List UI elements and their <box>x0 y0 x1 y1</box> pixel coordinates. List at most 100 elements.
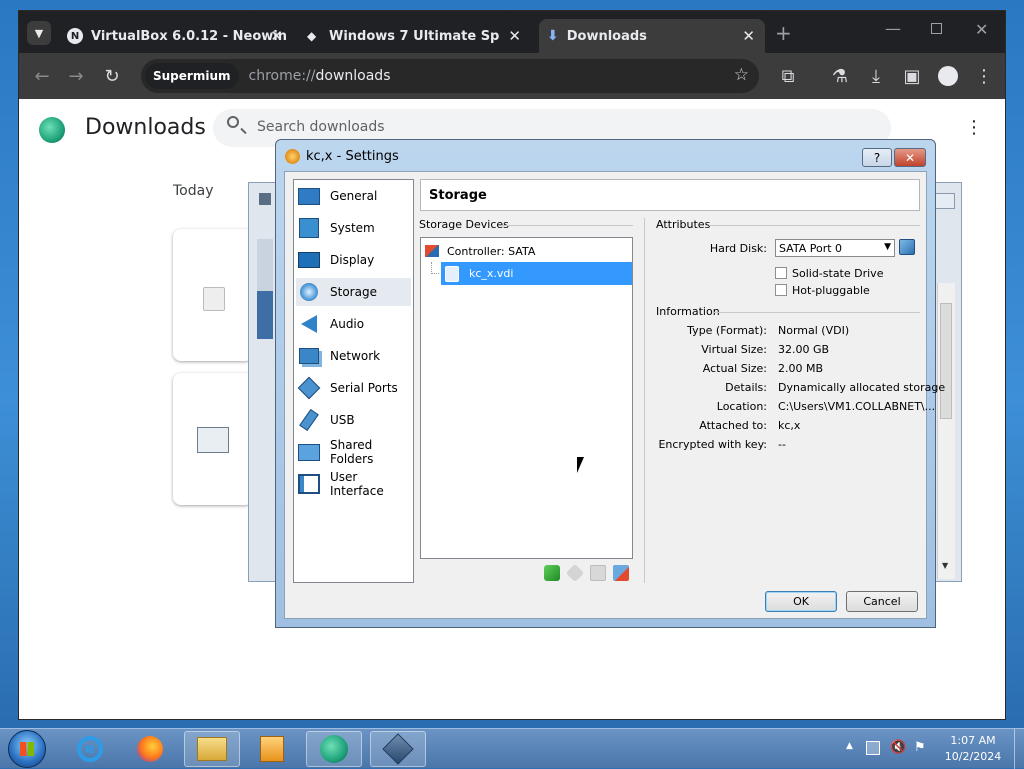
virtualbox-icon[interactable] <box>370 731 426 767</box>
panel-title: Storage <box>420 179 920 211</box>
close-tab-icon[interactable]: ✕ <box>508 27 521 45</box>
hot-pluggable-checkbox[interactable] <box>775 284 787 296</box>
close-tab-icon[interactable]: ✕ <box>270 27 283 45</box>
profile-avatar-icon[interactable] <box>935 63 961 89</box>
hot-pluggable-label: Hot-pluggable <box>792 284 870 297</box>
solid-state-label: Solid-state Drive <box>792 267 884 280</box>
help-button[interactable]: ? <box>862 148 892 167</box>
labs-flask-icon[interactable]: ⚗ <box>827 63 853 89</box>
category-shared-folders[interactable]: Shared Folders <box>296 438 411 466</box>
manager-scrollbar[interactable]: ▼ <box>937 283 955 579</box>
category-network[interactable]: Network <box>296 342 411 370</box>
remove-controller-icon[interactable] <box>565 563 585 583</box>
tab-downloads[interactable]: ⬇ Downloads ✕ <box>539 19 765 53</box>
category-usb[interactable]: USB <box>296 406 411 434</box>
downloads-toolbar-icon[interactable]: ⤓ <box>863 63 889 89</box>
info-value: C:\Users\VM1.COLLABNET\... <box>778 400 936 413</box>
tab-virtualbox-neowin[interactable]: N VirtualBox 6.0.12 - Neowin ✕ <box>61 19 293 53</box>
internet-explorer-icon[interactable]: e <box>62 731 118 767</box>
url-path: downloads <box>315 68 391 84</box>
media-player-icon[interactable] <box>244 731 300 767</box>
action-center-flag-icon[interactable]: ⚑ <box>914 740 926 755</box>
firefox-icon[interactable] <box>122 731 178 767</box>
clock[interactable]: 1:07 AM 10/2/2024 <box>938 733 1008 765</box>
scrollbar-thumb[interactable] <box>940 303 952 419</box>
tab-windows7-speed[interactable]: ◆ Windows 7 Ultimate Speed Ma ✕ <box>299 19 531 53</box>
forward-arrow-icon[interactable]: → <box>63 63 89 89</box>
category-label: Audio <box>330 317 365 331</box>
side-panel-icon[interactable]: ▣ <box>899 63 925 89</box>
taskbar: e ▲ 🔇 ⚑ 1:07 AM 10/2/2024 <box>0 728 1024 769</box>
ok-button[interactable]: OK <box>765 591 837 612</box>
section-today: Today <box>173 183 214 199</box>
manager-close-icon[interactable] <box>935 193 955 209</box>
download-site-icon: ◆ <box>307 29 317 43</box>
supermium-browser-icon[interactable] <box>306 731 362 767</box>
close-window-icon[interactable]: ✕ <box>975 20 988 39</box>
maximize-icon[interactable] <box>931 23 942 34</box>
profile-chip[interactable]: Supermium <box>145 63 239 89</box>
file-explorer-icon[interactable] <box>184 731 240 767</box>
address-bar[interactable]: Supermium chrome://downloads ☆ <box>141 59 759 93</box>
menu-kebab-icon[interactable]: ⋮ <box>971 63 997 89</box>
show-desktop-button[interactable] <box>1014 729 1024 769</box>
category-label: Display <box>330 253 375 267</box>
choose-disk-icon[interactable] <box>899 239 915 255</box>
category-storage[interactable]: Storage <box>296 278 411 306</box>
solid-state-checkbox[interactable] <box>775 267 787 279</box>
volume-muted-icon[interactable]: 🔇 <box>890 740 906 755</box>
scroll-down-icon[interactable]: ▼ <box>942 561 948 570</box>
info-value: 2.00 MB <box>778 362 824 375</box>
info-label: Encrypted with key: <box>658 438 767 451</box>
tab-search-button[interactable]: ▼ <box>27 21 51 45</box>
more-actions-icon[interactable]: ⋮ <box>965 117 983 138</box>
back-arrow-icon[interactable]: ← <box>29 63 55 89</box>
info-value: kc,x <box>778 419 801 432</box>
information-label: Information <box>656 305 720 318</box>
bookmark-star-icon[interactable]: ☆ <box>734 65 749 85</box>
hard-disk-select[interactable]: SATA Port 0 ▼ <box>775 239 895 257</box>
reload-icon[interactable]: ↻ <box>99 63 125 89</box>
attributes-label: Attributes <box>656 218 711 231</box>
hard-disk-label: Hard Disk: <box>709 242 767 255</box>
divider <box>714 312 920 313</box>
info-label: Details: <box>725 381 767 394</box>
settings-category-list: General System Display Storage Audio Net… <box>293 179 414 583</box>
category-serial-ports[interactable]: Serial Ports <box>296 374 411 402</box>
category-label: System <box>330 221 375 235</box>
download-card[interactable] <box>173 229 253 361</box>
controller-row[interactable]: Controller: SATA <box>425 242 535 260</box>
category-label: Serial Ports <box>330 381 398 395</box>
divider <box>709 225 920 226</box>
storage-tree[interactable]: Controller: SATA kc_x.vdi <box>420 237 633 559</box>
cancel-button[interactable]: Cancel <box>846 591 918 612</box>
download-card[interactable] <box>173 373 253 505</box>
start-button[interactable] <box>8 730 46 768</box>
windows-logo-icon <box>20 742 34 756</box>
extensions-icon[interactable]: ⧉ <box>775 63 801 89</box>
category-label: Storage <box>330 285 377 299</box>
category-general[interactable]: General <box>296 182 411 210</box>
remove-attachment-icon[interactable] <box>613 565 629 581</box>
add-controller-icon[interactable] <box>544 565 560 581</box>
close-tab-icon[interactable]: ✕ <box>742 27 755 45</box>
manager-vm-selected[interactable] <box>257 291 273 339</box>
disk-label: kc_x.vdi <box>469 267 514 280</box>
minimize-icon[interactable]: — <box>885 19 901 38</box>
category-user-interface[interactable]: User Interface <box>296 470 411 498</box>
page-title: Downloads <box>85 115 206 140</box>
new-tab-plus-icon[interactable]: + <box>775 21 792 45</box>
audio-icon <box>298 314 320 334</box>
info-label: Virtual Size: <box>701 343 767 356</box>
url-text[interactable]: chrome://downloads <box>249 68 391 84</box>
category-display[interactable]: Display <box>296 246 411 274</box>
info-label: Attached to: <box>699 419 767 432</box>
category-system[interactable]: System <box>296 214 411 242</box>
close-dialog-button[interactable]: ✕ <box>894 148 926 167</box>
network-tray-icon[interactable] <box>866 741 880 755</box>
add-attachment-icon[interactable] <box>590 565 606 581</box>
info-value: Normal (VDI) <box>778 324 850 337</box>
show-hidden-icons-chevron[interactable]: ▲ <box>846 741 853 751</box>
category-audio[interactable]: Audio <box>296 310 411 338</box>
disk-row-selected[interactable]: kc_x.vdi <box>441 262 632 285</box>
